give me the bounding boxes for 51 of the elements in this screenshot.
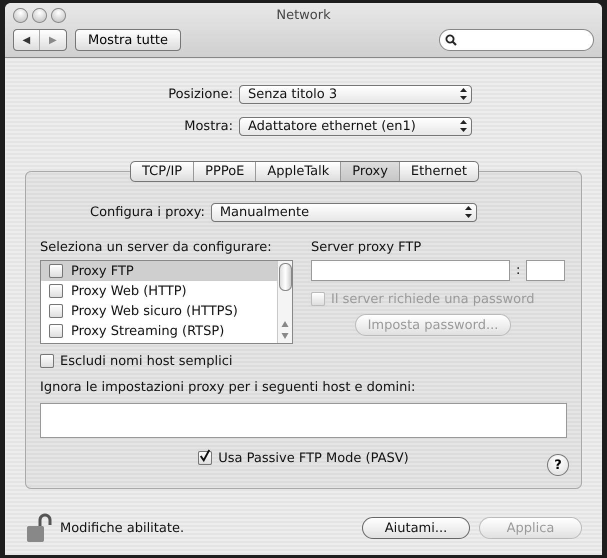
server-address-field[interactable]	[311, 260, 510, 280]
server-list-item[interactable]: Proxy Web (HTTP)	[41, 281, 277, 301]
window-control-button[interactable]	[13, 8, 28, 22]
server-name: Proxy Web (HTTP)	[71, 284, 187, 298]
bypass-label: Ignora le impostazioni proxy per i seguenti host e domini:	[40, 380, 416, 395]
checkbox[interactable]	[198, 451, 212, 465]
back-button[interactable]: ◀	[14, 30, 40, 50]
search-field[interactable]	[439, 29, 594, 51]
show-popup[interactable]: Adattatore ethernet (en1)	[239, 116, 472, 136]
search-icon	[445, 34, 457, 46]
window-title: Network	[276, 8, 331, 22]
window-control-button[interactable]	[32, 8, 47, 22]
exclude-simple-hosts-label: Escludi nomi host semplici	[60, 354, 232, 368]
server-name: Proxy Web sicuro (HTTPS)	[71, 304, 238, 318]
server-list-item[interactable]: Proxy FTP	[41, 261, 277, 281]
server-detail-title: Server proxy FTP	[311, 240, 422, 255]
scroll-arrows-icon[interactable]	[281, 320, 289, 340]
location-label: Posizione:	[167, 86, 233, 102]
tab[interactable]: Proxy	[341, 162, 400, 181]
configure-label: Configura i proxy:	[90, 204, 205, 220]
stepper-arrows-icon	[460, 120, 467, 132]
tab[interactable]: Ethernet	[400, 162, 478, 181]
server-name: Proxy FTP	[71, 264, 134, 278]
help-button[interactable]: ?	[547, 454, 569, 476]
stepper-arrows-icon	[464, 206, 472, 218]
server-list-item[interactable]: Proxy Web sicuro (HTTPS)	[41, 301, 277, 321]
bypass-hosts-field[interactable]	[40, 403, 567, 438]
show-all-button[interactable]: Mostra tutte	[75, 29, 182, 51]
tab[interactable]: PPPoE	[194, 162, 256, 181]
stepper-arrows-icon	[460, 88, 467, 100]
lock-status-text: Modifiche abilitate.	[60, 520, 184, 536]
scrollbar[interactable]	[277, 261, 292, 343]
padlock-icon[interactable]	[26, 513, 52, 543]
server-list-label: Seleziona un server da configurare:	[40, 240, 272, 255]
footer-button[interactable]: Aiutami...	[362, 517, 470, 539]
checkbox[interactable]	[49, 264, 63, 278]
passive-ftp-label: Usa Passive FTP Mode (PASV)	[218, 450, 409, 466]
server-list-item[interactable]: Proxy Streaming (RTSP)	[41, 321, 277, 341]
checkbox[interactable]	[49, 324, 63, 338]
show-label: Mostra:	[183, 118, 233, 134]
server-name: Proxy Streaming (RTSP)	[71, 324, 224, 338]
configure-popup[interactable]: Manualmente	[210, 202, 477, 222]
separator-text: :	[516, 262, 520, 278]
checkbox[interactable]	[49, 304, 63, 318]
checkbox[interactable]	[49, 284, 63, 298]
window-control-button[interactable]	[51, 8, 66, 22]
port-field[interactable]	[526, 260, 566, 280]
location-popup[interactable]: Senza titolo 3	[239, 84, 472, 104]
password-required-label: Il server richiede una password	[331, 292, 534, 306]
tab[interactable]: TCP/IP	[131, 162, 194, 181]
checkbox[interactable]	[40, 354, 54, 368]
